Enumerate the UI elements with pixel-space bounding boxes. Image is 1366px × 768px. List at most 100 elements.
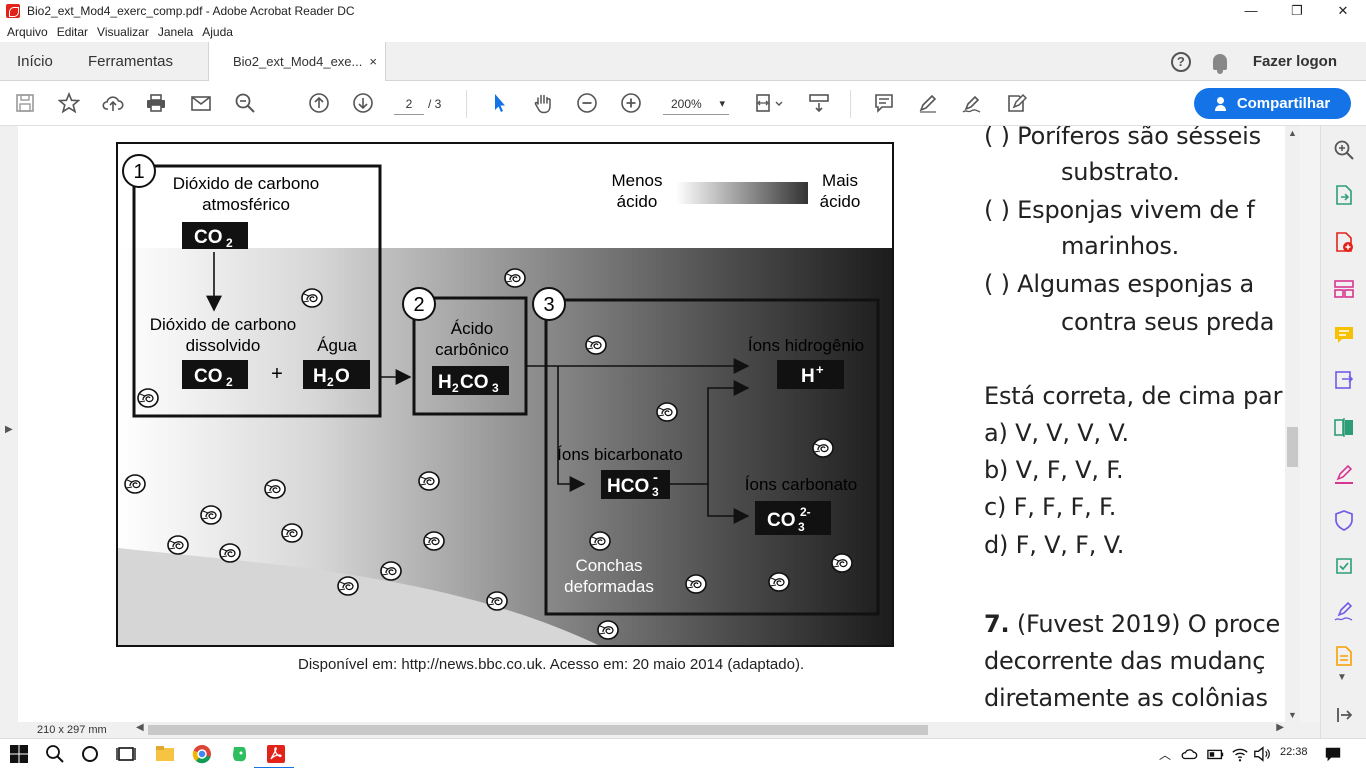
help-icon[interactable]: ? [1170, 51, 1191, 72]
tools-panel: ▼ [1320, 126, 1366, 738]
tab-tools[interactable]: Ferramentas [88, 42, 173, 81]
search-zoom-icon[interactable] [233, 91, 257, 115]
task-view-icon[interactable] [116, 744, 136, 764]
hand-tool-icon[interactable] [531, 91, 555, 115]
two-minus-charge: 2- [800, 505, 811, 519]
scroll-right-icon[interactable]: ▶ [1276, 722, 1284, 733]
pdf-page[interactable]: Menos ácido Mais ácido 1 Dióxido de carb… [18, 126, 1285, 722]
menu-arquivo[interactable]: Arquivo [7, 25, 48, 39]
next-page-icon[interactable] [351, 91, 375, 115]
horizontal-scrollbar[interactable]: ◀ ▶ [136, 722, 1284, 736]
export-pdf-icon[interactable] [1333, 184, 1355, 206]
file-explorer-icon[interactable] [155, 744, 175, 764]
figure-caption: Disponível em: http://news.bbc.co.uk. Ac… [298, 656, 805, 673]
acrobat-taskbar-icon[interactable] [266, 744, 286, 764]
shell-icon [831, 553, 853, 573]
carbonic-acid-label: carbônico [435, 340, 509, 359]
more-tools-icon[interactable] [1333, 645, 1355, 667]
water-formula-h: H [313, 366, 327, 387]
wifi-icon[interactable] [1231, 745, 1249, 763]
toolbar-divider [466, 90, 467, 118]
scroll-down-icon[interactable]: ▼ [1288, 710, 1297, 720]
volume-icon[interactable] [1253, 745, 1271, 763]
shell-icon [264, 479, 286, 499]
tab-bar: Início Ferramentas Bio2_ext_Mod4_exe... … [0, 42, 1366, 82]
deformed-shells-label: Conchas [575, 556, 642, 575]
notifications-icon[interactable] [1324, 745, 1342, 763]
menu-janela[interactable]: Janela [158, 25, 193, 39]
send-for-signature-icon[interactable] [1333, 369, 1355, 391]
menu-editar[interactable]: Editar [57, 25, 88, 39]
fit-page-icon[interactable] [752, 91, 786, 115]
select-cursor-icon[interactable] [487, 91, 511, 115]
page-number-input[interactable]: 2 [394, 93, 424, 115]
shell-icon [504, 268, 526, 288]
print-icon[interactable] [144, 91, 168, 115]
share-button-label: Compartilhar [1236, 95, 1331, 112]
search-icon[interactable] [45, 744, 65, 764]
login-button[interactable]: Fazer logon [1253, 53, 1337, 70]
hydrogen-formula: H [801, 366, 815, 387]
create-pdf-icon[interactable] [1333, 231, 1355, 253]
menu-ajuda[interactable]: Ajuda [202, 25, 233, 39]
expand-left-icon: ▶ [5, 424, 13, 435]
chrome-icon[interactable] [192, 744, 212, 764]
compare-files-icon[interactable] [1333, 416, 1355, 438]
subscript-2: 2 [327, 375, 334, 389]
email-icon[interactable] [189, 91, 213, 115]
share-button[interactable]: Compartilhar [1194, 88, 1351, 119]
left-panel-toggle[interactable]: ▶ [0, 126, 18, 722]
clock[interactable]: 22:38 [1280, 746, 1308, 758]
acidity-scale-bar [676, 182, 808, 204]
option-c: c) F, F, F, F. [984, 493, 1117, 521]
chevron-down-icon[interactable]: ▼ [1337, 672, 1347, 683]
evernote-icon[interactable] [229, 744, 249, 764]
menu-visualizar[interactable]: Visualizar [97, 25, 149, 39]
onedrive-cloud-icon[interactable] [1180, 745, 1198, 763]
restore-button[interactable]: ❐ [1274, 0, 1320, 22]
shell-icon [200, 505, 222, 525]
shell-icon [301, 288, 323, 308]
next-question: 7. (Fuvest 2019) O proce [984, 610, 1280, 638]
highlight-pen-icon[interactable] [916, 91, 940, 115]
optimize-pdf-icon[interactable] [1333, 555, 1355, 577]
search-icon[interactable] [1333, 139, 1355, 161]
vertical-scrollbar[interactable]: ▲ ▼ [1285, 126, 1300, 722]
minimize-button[interactable]: — [1228, 0, 1274, 22]
cortana-icon[interactable] [80, 744, 100, 764]
tab-home[interactable]: Início [17, 42, 53, 81]
tab-close-icon[interactable]: × [369, 42, 377, 81]
star-icon[interactable] [57, 91, 81, 115]
comment-icon[interactable] [872, 91, 896, 115]
zoom-out-icon[interactable] [575, 91, 599, 115]
zoom-select[interactable]: 200% [663, 93, 729, 115]
scroll-up-icon[interactable]: ▲ [1288, 128, 1297, 138]
vertical-scroll-thumb[interactable] [1287, 427, 1298, 467]
dissolved-co2-label: dissolvido [186, 336, 261, 355]
fill-and-sign-icon[interactable] [1333, 463, 1355, 485]
question-line: marinhos. [1061, 232, 1180, 260]
save-icon[interactable] [13, 91, 37, 115]
windows-start-icon[interactable] [9, 744, 29, 764]
scroll-left-icon[interactable]: ◀ [136, 722, 144, 733]
signature-pen-icon[interactable] [1333, 600, 1355, 622]
battery-icon [1207, 749, 1224, 760]
toolbar-divider [850, 90, 851, 118]
collapse-panel-icon[interactable] [1333, 704, 1355, 726]
fill-sign-icon[interactable] [1004, 91, 1028, 115]
tab-document[interactable]: Bio2_ext_Mod4_exe... × [208, 42, 386, 82]
sign-pen-icon[interactable] [960, 91, 984, 115]
comment-tool-icon[interactable] [1333, 324, 1355, 346]
bell-icon[interactable] [1212, 53, 1227, 74]
scroll-mode-icon[interactable] [807, 91, 831, 115]
horizontal-scroll-thumb[interactable] [148, 725, 928, 735]
previous-page-icon[interactable] [307, 91, 331, 115]
chevron-up-icon[interactable]: ︿ [1159, 746, 1171, 763]
scale-more-label: Mais [822, 171, 858, 190]
upload-cloud-icon[interactable] [101, 91, 125, 115]
protect-shield-icon[interactable] [1333, 509, 1355, 531]
add-person-icon [1214, 96, 1231, 111]
organize-pages-icon[interactable] [1333, 278, 1355, 300]
close-button[interactable]: ✕ [1320, 0, 1366, 22]
zoom-in-icon[interactable] [619, 91, 643, 115]
